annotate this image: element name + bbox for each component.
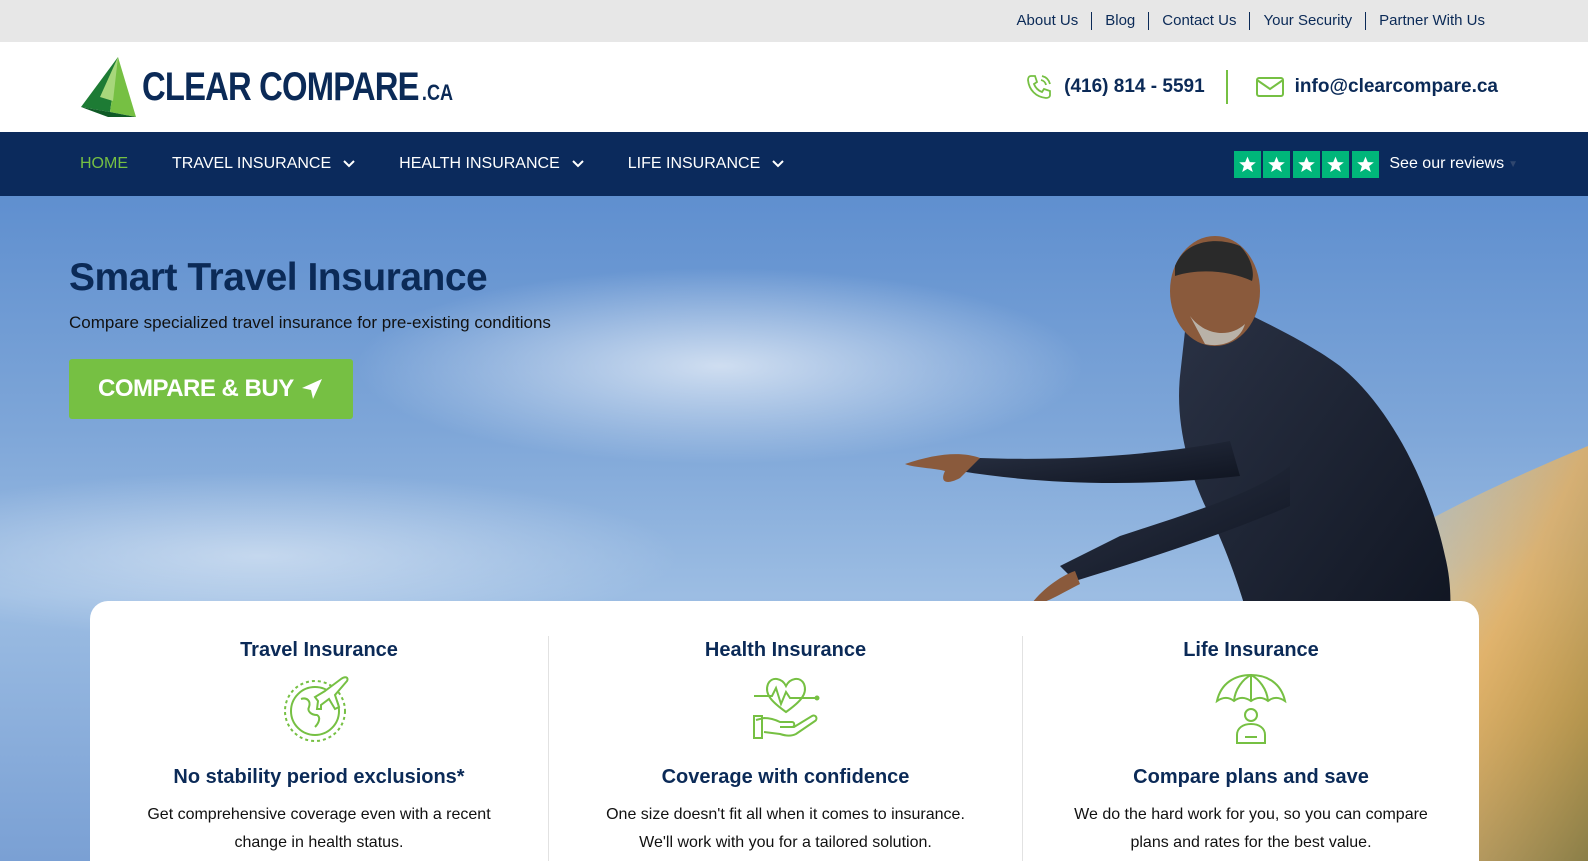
email-link[interactable]: info@clearcompare.ca <box>1255 75 1498 99</box>
trustpilot-stars <box>1233 150 1382 178</box>
trustpilot-reviews-link[interactable]: See our reviews ▼ <box>1233 150 1518 178</box>
feature-health-insurance: Health Insurance Coverage with confidenc… <box>548 636 1022 861</box>
logo-suffix-text: .CA <box>421 79 453 105</box>
feature-title: Life Insurance <box>1183 639 1319 661</box>
site-logo[interactable]: CLEAR COMPARE .CA <box>80 55 521 119</box>
nav-item-life-insurance[interactable]: LIFE INSURANCE <box>628 155 784 173</box>
compare-buy-label: COMPARE & BUY <box>98 375 294 402</box>
contact-info: (416) 814 - 5591 info@clearcompare.ca <box>1024 70 1498 104</box>
star-icon <box>1322 150 1350 178</box>
feature-heading: No stability period exclusions* <box>173 766 465 788</box>
chevron-down-icon <box>772 160 784 168</box>
feature-heading: Compare plans and save <box>1133 766 1369 788</box>
mail-icon <box>1255 77 1284 97</box>
hero-content: Smart Travel Insurance Compare specializ… <box>69 256 551 419</box>
triangle-logo-icon <box>81 57 136 117</box>
reviews-label: See our reviews <box>1389 155 1505 172</box>
feature-life-insurance: Life Insurance Compare plans and save We… <box>1022 636 1479 861</box>
star-icon <box>1233 150 1261 178</box>
chevron-down-icon: ▼ <box>1508 158 1518 170</box>
nav-item-label: HEALTH INSURANCE <box>399 155 560 172</box>
email-address: info@clearcompare.ca <box>1294 76 1498 97</box>
chevron-down-icon <box>572 160 584 168</box>
utility-link-contact-us[interactable]: Contact Us <box>1148 12 1249 30</box>
send-arrow-icon <box>301 379 322 399</box>
phone-number: (416) 814 - 5591 <box>1064 76 1205 97</box>
nav-item-label: HOME <box>80 155 128 172</box>
utility-bar: About Us Blog Contact Us Your Security P… <box>0 0 1588 42</box>
star-icon <box>1263 150 1291 178</box>
heart-hand-icon <box>750 672 822 744</box>
feature-text: We do the hard work for you, so you can … <box>1074 806 1428 851</box>
chevron-down-icon <box>343 160 355 168</box>
main-nav: HOME TRAVEL INSURANCE HEALTH INSURANCE L… <box>0 132 1588 196</box>
utility-link-partner-with-us[interactable]: Partner With Us <box>1365 12 1498 30</box>
features-card: Travel Insurance No stability period exc… <box>90 601 1479 861</box>
feature-heading: Coverage with confidence <box>661 766 910 788</box>
utility-link-blog[interactable]: Blog <box>1091 12 1148 30</box>
utility-link-about-us[interactable]: About Us <box>1004 12 1092 30</box>
contact-divider <box>1225 70 1228 104</box>
nav-items: HOME TRAVEL INSURANCE HEALTH INSURANCE L… <box>80 155 828 173</box>
star-icon <box>1292 150 1320 178</box>
phone-link[interactable]: (416) 814 - 5591 <box>1024 72 1205 102</box>
feature-title: Health Insurance <box>704 639 867 661</box>
feature-text: One size doesn't fit all when it comes t… <box>606 806 965 851</box>
hero-title: Smart Travel Insurance <box>69 256 488 299</box>
umbrella-person-icon <box>1213 672 1289 744</box>
utility-link-your-security[interactable]: Your Security <box>1249 12 1365 30</box>
feature-travel-insurance: Travel Insurance No stability period exc… <box>90 636 548 861</box>
nav-item-label: LIFE INSURANCE <box>627 155 761 172</box>
phone-icon <box>1027 75 1052 99</box>
compare-buy-button[interactable]: COMPARE & BUY <box>69 359 353 419</box>
feature-text: Get comprehensive coverage even with a r… <box>147 806 491 851</box>
nav-item-health-insurance[interactable]: HEALTH INSURANCE <box>399 155 584 173</box>
nav-item-label: TRAVEL INSURANCE <box>172 155 332 172</box>
hero-section: Smart Travel Insurance Compare specializ… <box>0 196 1588 861</box>
star-icon <box>1351 150 1379 178</box>
feature-title: Travel Insurance <box>240 639 398 661</box>
site-header: CLEAR COMPARE .CA (416) 814 - 5591 info@… <box>0 42 1588 132</box>
nav-item-home[interactable]: HOME <box>80 155 128 173</box>
logo-main-text: CLEAR COMPARE <box>142 64 419 109</box>
nav-item-travel-insurance[interactable]: TRAVEL INSURANCE <box>172 155 355 173</box>
logo-wordmark: CLEAR COMPARE .CA <box>142 65 453 110</box>
globe-plane-icon <box>281 672 357 744</box>
hero-subtitle: Compare specialized travel insurance for… <box>69 313 551 332</box>
